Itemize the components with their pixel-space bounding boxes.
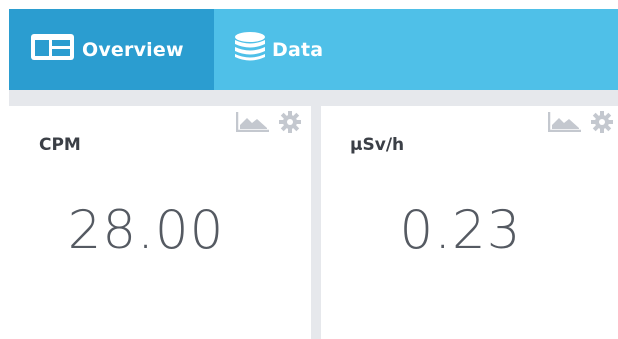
gear-icon[interactable] xyxy=(278,111,302,133)
panel-toolbar xyxy=(236,111,302,133)
tab-overview[interactable]: Overview xyxy=(9,9,214,90)
cpm-panel: CPM 28.00 xyxy=(9,106,311,339)
database-icon xyxy=(234,32,266,67)
panel-title: CPM xyxy=(39,135,81,155)
panel-toolbar xyxy=(548,111,614,133)
gear-icon[interactable] xyxy=(590,111,614,133)
usv-panel: µSv/h 0.23 xyxy=(321,106,618,339)
top-navbar: Overview Data xyxy=(9,9,618,90)
panel-value: 0.23 xyxy=(399,200,522,261)
tab-data-label: Data xyxy=(272,38,324,61)
app-root: Overview Data CPM 28.00 µSv/h 0.23 xyxy=(0,0,618,339)
left-margin xyxy=(0,0,9,339)
panel-value: 28.00 xyxy=(67,200,225,261)
area-chart-icon[interactable] xyxy=(548,111,582,133)
area-chart-icon[interactable] xyxy=(236,111,270,133)
dashboard-layout-icon xyxy=(31,34,74,65)
tab-data[interactable]: Data xyxy=(214,9,354,90)
top-margin xyxy=(0,0,618,9)
tab-overview-label: Overview xyxy=(82,38,184,61)
panel-title: µSv/h xyxy=(350,135,405,155)
